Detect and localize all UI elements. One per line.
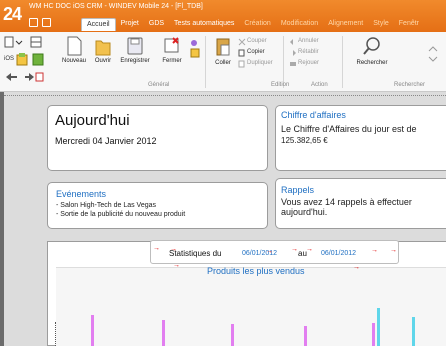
revenue-text: Le Chiffre d'Affaires du jour est de (281, 124, 417, 134)
save-label: Enregistrer (120, 58, 150, 64)
tab-projet[interactable]: Projet (116, 18, 144, 31)
new-file-icon (67, 36, 82, 56)
title-bar: 24 WM HC DOC iOS CRM - WINDEV Mobile 24 … (0, 0, 446, 32)
redo-icon (293, 50, 296, 56)
tab-gds[interactable]: GDS (144, 18, 169, 31)
tab-style[interactable]: Style (368, 18, 394, 31)
group-label-edition: Edition (271, 82, 290, 88)
copy-command[interactable]: Copier (247, 49, 265, 55)
new-label: Nouveau (61, 58, 87, 64)
chart-bar (162, 320, 165, 346)
chart-bar (372, 323, 375, 346)
tab-modification[interactable]: Modification (276, 18, 323, 31)
tab-order-arrow: → (390, 247, 397, 254)
close-window-icon (164, 37, 179, 53)
reminders-card: Rappels Vous avez 14 rappels à effectuer… (275, 178, 446, 229)
stats-to-date[interactable]: 06/01/2012 (321, 250, 356, 257)
events-card: Evénements - Salon High-Tech de Las Vega… (47, 182, 268, 229)
chart-bar (377, 308, 380, 346)
cut-icon (238, 38, 246, 46)
editor-canvas[interactable]: Aujourd'hui Mercredi 04 Janvier 2012 Evé… (4, 92, 446, 346)
chart-bar (412, 317, 415, 346)
events-title: Evénements (56, 189, 107, 199)
tab-alignement[interactable]: Alignement (323, 18, 368, 31)
redo-command[interactable]: Rétablir (298, 49, 319, 55)
tab-order-arrow: → (353, 264, 360, 271)
undo-icon (290, 39, 293, 45)
ribbon: iOS Nouveau Ouvrir Enregistrer Fermer Co… (0, 32, 446, 92)
paste-label: Coller (215, 60, 231, 66)
cut-command[interactable]: Couper (247, 38, 267, 44)
paste-button[interactable]: Coller (212, 36, 234, 66)
new-doc-small-icon[interactable] (4, 36, 26, 48)
tab-accueil[interactable]: Accueil (81, 18, 116, 31)
search-icon (363, 37, 380, 55)
tab-order-arrow: → (371, 247, 378, 254)
reminders-title: Rappels (281, 185, 315, 195)
copy-icon (238, 49, 245, 57)
open-label: Ouvrir (94, 58, 112, 64)
group-label-general: Général (148, 82, 170, 88)
duplicate-icon (238, 60, 245, 68)
navigation-arrows-icon[interactable] (4, 72, 44, 82)
components-icon[interactable] (32, 52, 44, 66)
tab-fenetre[interactable]: Fenêtr (394, 18, 424, 31)
duplicate-command[interactable]: Dupliquer (247, 60, 273, 66)
revenue-card: Chiffre d'affaires Le Chiffre d'Affaires… (275, 105, 446, 171)
platform-label[interactable]: iOS (4, 56, 14, 62)
reminders-text: Vous avez 14 rappels à effectuer (281, 197, 412, 207)
tab-order-arrow: → (291, 246, 298, 253)
quick-save-icon[interactable] (29, 18, 38, 27)
ribbon-tabs: Accueil Projet GDS Tests automatiques Cr… (81, 18, 424, 31)
open-button[interactable]: Ouvrir (92, 36, 114, 64)
window-title: WM HC DOC iOS CRM - WINDEV Mobile 24 - [… (29, 3, 203, 10)
chart-axis (55, 322, 56, 346)
chart-bar (91, 315, 94, 346)
revenue-amount: 125.382,65 € (281, 136, 328, 145)
save-icon (127, 37, 143, 55)
quick-access-toolbar (29, 18, 51, 27)
revenue-title: Chiffre d'affaires (281, 110, 346, 120)
open-folder-icon (95, 40, 111, 56)
tab-creation[interactable]: Création (239, 18, 275, 31)
tab-order-arrow: → (306, 246, 313, 253)
grid-icon[interactable] (30, 36, 42, 48)
new-button[interactable]: Nouveau (61, 36, 87, 64)
today-title: Aujourd'hui (55, 112, 130, 129)
quick-window-icon[interactable] (42, 18, 51, 27)
windev-logo: 24 (3, 4, 22, 24)
event-item: - Salon High-Tech de Las Vegas (56, 202, 157, 209)
replay-command[interactable]: Rejouer (298, 60, 319, 66)
search-button[interactable]: Rechercher (355, 36, 389, 66)
chart-title: Produits les plus vendus (207, 266, 305, 276)
ribbon-scroll-icon[interactable] (428, 44, 438, 64)
search-label: Rechercher (356, 60, 388, 66)
today-card: Aujourd'hui Mercredi 04 Janvier 2012 (47, 105, 268, 171)
style-tools-icon[interactable] (188, 38, 202, 60)
tab-order-arrow: → (153, 245, 160, 252)
event-item: - Sortie de la publicité du nouveau prod… (56, 211, 186, 218)
chart-area[interactable]: Produits les plus vendus → (56, 264, 446, 346)
paste-clipboard-icon (216, 38, 230, 56)
chart-bar (231, 324, 234, 346)
reminders-text-2: aujourd'hui. (281, 207, 328, 217)
close-button[interactable]: Fermer (160, 36, 184, 64)
tab-tests[interactable]: Tests automatiques (169, 18, 239, 31)
replay-icon (290, 62, 296, 66)
group-label-search: Rechercher (394, 82, 426, 88)
chart-bar (304, 326, 307, 346)
tab-order-arrow: → (170, 246, 177, 253)
project-icon[interactable] (16, 52, 28, 66)
save-button[interactable]: Enregistrer (120, 36, 150, 64)
statistics-panel: → Statistiques du → 06/01/2012 → au → → … (47, 240, 446, 346)
today-date: Mercredi 04 Janvier 2012 (55, 136, 157, 146)
undo-command[interactable]: Annuler (298, 38, 319, 44)
close-label: Fermer (162, 58, 182, 64)
group-label-action: Action (311, 82, 328, 88)
tab-order-arrow: → (266, 248, 273, 255)
